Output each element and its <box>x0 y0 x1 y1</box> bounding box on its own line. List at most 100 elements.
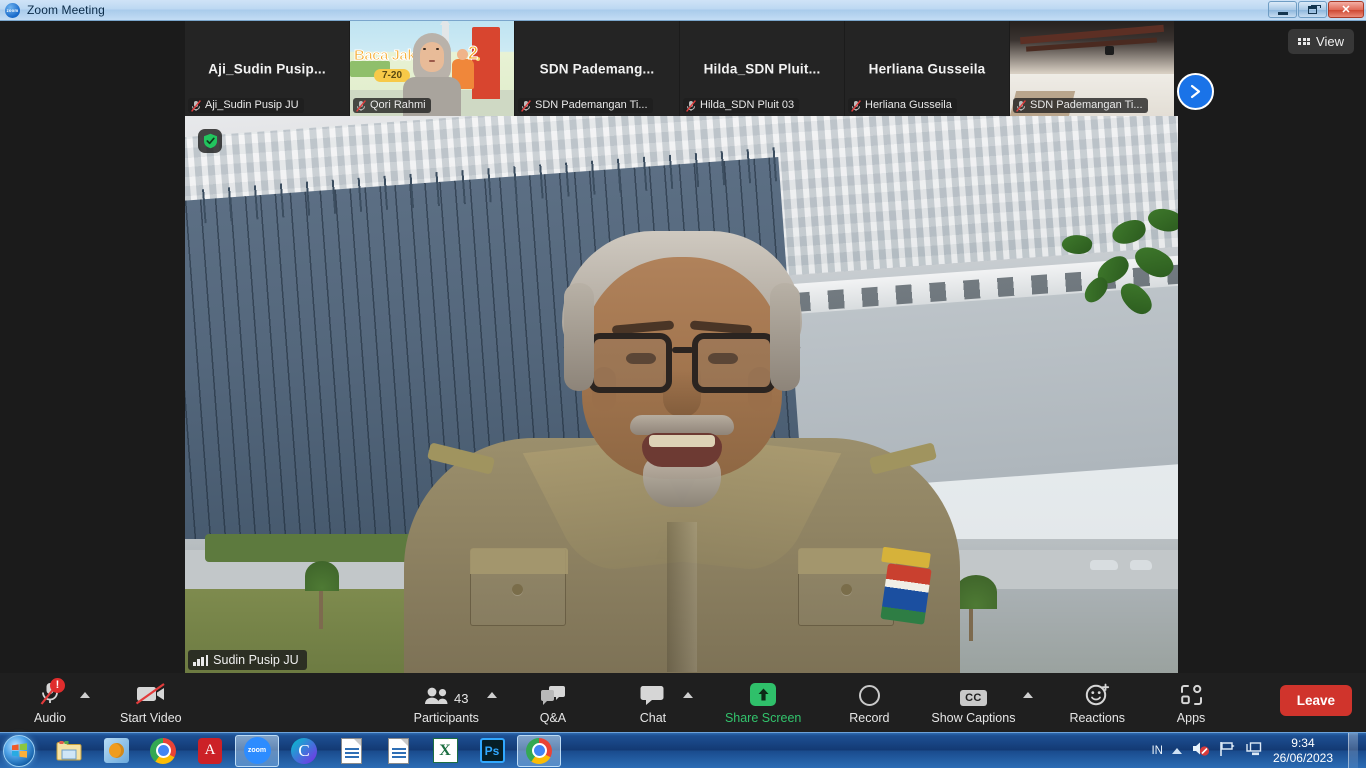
taskbar-item-document-1[interactable] <box>329 735 373 767</box>
video-car <box>1090 559 1118 570</box>
mic-muted-icon <box>686 99 696 112</box>
thumbnail-footer-name: SDN Pademangan Ti... <box>535 99 648 111</box>
taskbar-item-excel[interactable]: X <box>423 735 467 767</box>
chevron-right-icon <box>1190 84 1201 99</box>
thumbnail-display-name: SDN Pademang... <box>539 61 655 76</box>
filmstrip-left-pad <box>0 21 185 116</box>
tray-language-indicator[interactable]: IN <box>1151 745 1163 757</box>
show-captions-button-label: Show Captions <box>931 710 1016 725</box>
show-hidden-icons-icon[interactable] <box>1171 748 1182 754</box>
taskbar-item-chrome-2[interactable] <box>517 734 561 767</box>
thumbnail-footer: SDN Pademangan Ti... <box>1013 98 1148 113</box>
apps-button[interactable]: Apps <box>1163 675 1219 730</box>
participants-options-chevron[interactable] <box>485 675 501 730</box>
video-car <box>1130 559 1152 570</box>
start-video-button[interactable]: Start Video <box>114 675 188 730</box>
mic-muted-icon <box>191 99 201 112</box>
thumbnail-footer-name: Hilda_SDN Pluit 03 <box>700 99 795 111</box>
window-controls: ✕ <box>1268 1 1364 18</box>
taskbar-item-media-player[interactable] <box>94 735 138 767</box>
qanda-button[interactable]: Q&A <box>525 675 581 730</box>
canva-icon: C <box>291 737 317 764</box>
flag-icon[interactable] <box>1219 741 1236 762</box>
taskbar-item-explorer[interactable] <box>47 735 91 767</box>
taskbar-item-zoom[interactable]: zoom <box>235 734 279 767</box>
mic-muted-icon <box>1016 99 1026 112</box>
audio-button-label: Audio <box>34 710 66 725</box>
record-button[interactable]: Record <box>841 675 897 730</box>
audio-bars-icon <box>193 654 209 666</box>
mic-muted-icon <box>851 99 861 112</box>
share-screen-arrow-icon <box>750 681 777 706</box>
mic-muted-icon <box>356 99 366 112</box>
people-icon: 43 <box>424 681 469 706</box>
uniform-epaulette <box>426 442 495 475</box>
chat-options-chevron[interactable] <box>681 675 697 730</box>
active-speaker-video[interactable]: Sudin Pusip JU <box>185 116 1178 673</box>
chat-button[interactable]: Chat <box>625 675 681 730</box>
uniform-button <box>840 584 852 595</box>
thumbnail-footer: SDN Pademangan Ti... <box>518 98 653 113</box>
participants-button[interactable]: 43 Participants <box>408 675 485 730</box>
taskbar-item-document-2[interactable] <box>376 735 420 767</box>
audio-options-chevron[interactable] <box>78 675 94 730</box>
participant-thumbnail[interactable]: SDN Pademangan Ti... <box>1010 21 1175 116</box>
next-page-button[interactable] <box>1177 73 1214 110</box>
chevron-up-icon <box>486 691 497 698</box>
thumbnail-footer-name: Aji_Sudin Pusip JU <box>205 99 299 111</box>
system-tray: IN 9:34 26/06/2023 <box>1151 733 1366 768</box>
close-button[interactable]: ✕ <box>1328 1 1364 18</box>
person-head <box>561 231 802 507</box>
cc-icon: CC <box>960 681 987 706</box>
taskbar-clock[interactable]: 9:34 26/06/2023 <box>1273 736 1333 766</box>
thumbnail-footer: Hilda_SDN Pluit 03 <box>683 98 800 113</box>
audio-button[interactable]: ! Audio <box>22 675 78 730</box>
person-face <box>563 257 800 507</box>
view-button[interactable]: View <box>1288 29 1354 54</box>
maximize-restore-button[interactable] <box>1298 1 1327 18</box>
window-title: Zoom Meeting <box>27 3 105 17</box>
qanda-button-label: Q&A <box>539 710 567 725</box>
participant-thumbnail[interactable]: SDN Pademang... SDN Pademangan Ti... <box>515 21 680 116</box>
smiley-plus-icon <box>1085 681 1110 706</box>
chrome-s-icon <box>526 737 552 764</box>
person-moustache <box>629 415 734 435</box>
apps-brackets-icon <box>1180 681 1203 706</box>
network-icon[interactable] <box>1245 741 1262 762</box>
participant-thumbnail[interactable]: Aji_Sudin Pusip... Aji_Sudin Pusip JU <box>185 21 350 116</box>
speaker-name-badge: Sudin Pusip JU <box>188 650 307 670</box>
windows-start-orb-icon[interactable] <box>3 734 35 767</box>
participant-thumbnail[interactable]: Baca Jak 2 7-20 Qori Rahmi <box>350 21 515 116</box>
participant-thumbnail[interactable]: Hilda_SDN Pluit... Hilda_SDN Pluit 03 <box>680 21 845 116</box>
reactions-button[interactable]: Reactions <box>1063 675 1131 730</box>
microphone-muted-icon: ! <box>39 677 65 706</box>
volume-muted-icon[interactable] <box>1191 740 1210 762</box>
show-captions-button[interactable]: CC Show Captions <box>925 675 1021 730</box>
green-shield-check-icon[interactable] <box>198 129 222 153</box>
participants-button-label: Participants <box>413 710 479 725</box>
captions-options-chevron[interactable] <box>1021 675 1037 730</box>
chat-bubble-icon <box>640 681 665 706</box>
participants-count: 43 <box>454 690 469 706</box>
taskbar-item-canva[interactable]: C <box>282 735 326 767</box>
speaker-name-text: Sudin Pusip JU <box>213 653 299 667</box>
share-screen-button[interactable]: Share Screen <box>719 675 807 730</box>
start-video-button-label: Start Video <box>120 710 182 725</box>
bg-title-number: 2 <box>467 43 478 64</box>
clock-time: 9:34 <box>1291 736 1315 750</box>
thumbnail-footer-name: Qori Rahmi <box>370 99 426 111</box>
document-icon <box>340 737 362 764</box>
view-button-label: View <box>1316 34 1344 49</box>
taskbar-item-photoshop[interactable]: Ps <box>470 735 514 767</box>
share-screen-button-label: Share Screen <box>724 710 802 725</box>
audio-alert-badge: ! <box>50 677 65 693</box>
taskbar-item-chrome[interactable] <box>141 735 185 767</box>
taskbar-item-acrobat[interactable]: A <box>188 735 232 767</box>
minimize-button[interactable] <box>1268 1 1297 18</box>
uniform-epaulette <box>868 442 937 475</box>
participant-thumbnail[interactable]: Herliana Gusseila Herliana Gusseila <box>845 21 1010 116</box>
thumbnail-display-name: Aji_Sudin Pusip... <box>208 61 326 76</box>
leave-button[interactable]: Leave <box>1279 685 1352 716</box>
grid-view-icon <box>1298 37 1311 46</box>
show-desktop-button[interactable] <box>1348 733 1358 768</box>
